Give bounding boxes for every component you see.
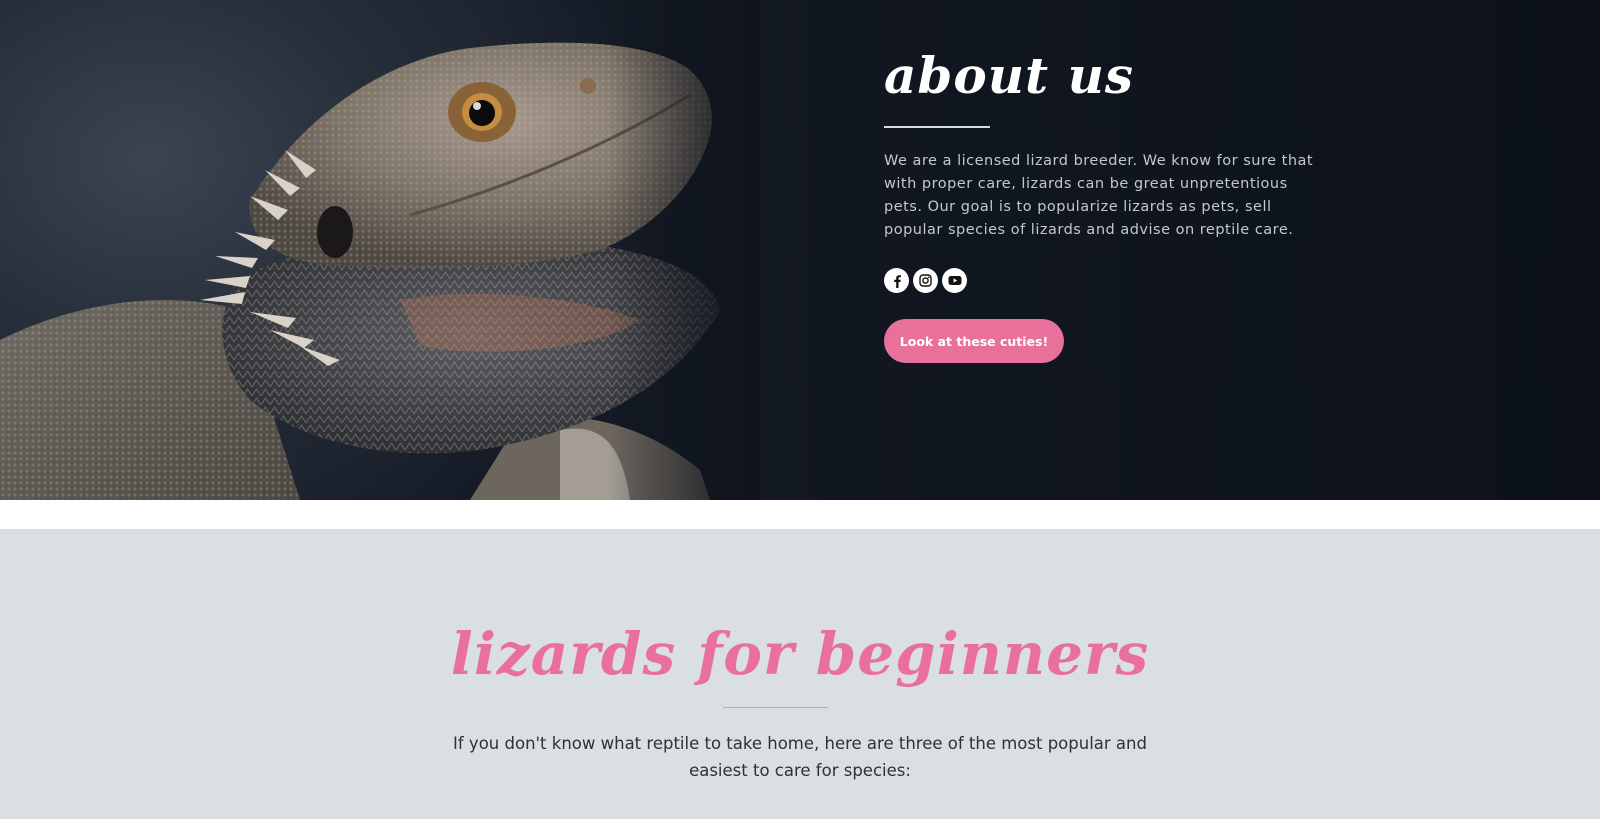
beginners-section: lizards for beginners If you don't know …	[0, 529, 1600, 819]
about-content: about us We are a licensed lizard breede…	[884, 46, 1334, 363]
look-at-cuties-button[interactable]: Look at these cuties!	[884, 319, 1064, 363]
facebook-icon	[893, 274, 901, 288]
social-links	[884, 268, 1334, 293]
beginners-intro: If you don't know what reptile to take h…	[453, 734, 1147, 780]
facebook-link[interactable]	[884, 268, 909, 293]
youtube-icon	[948, 276, 961, 285]
about-title: about us	[884, 46, 1135, 105]
title-divider	[884, 126, 990, 128]
instagram-icon	[919, 274, 932, 287]
about-section: about us We are a licensed lizard breede…	[0, 0, 1600, 500]
bearded-dragon-photo	[0, 0, 760, 500]
youtube-link[interactable]	[942, 268, 967, 293]
about-description: We are a licensed lizard breeder. We kno…	[884, 153, 1314, 238]
beginners-title: lizards for beginners	[450, 620, 1150, 688]
instagram-link[interactable]	[913, 268, 938, 293]
beginners-divider	[723, 707, 828, 708]
